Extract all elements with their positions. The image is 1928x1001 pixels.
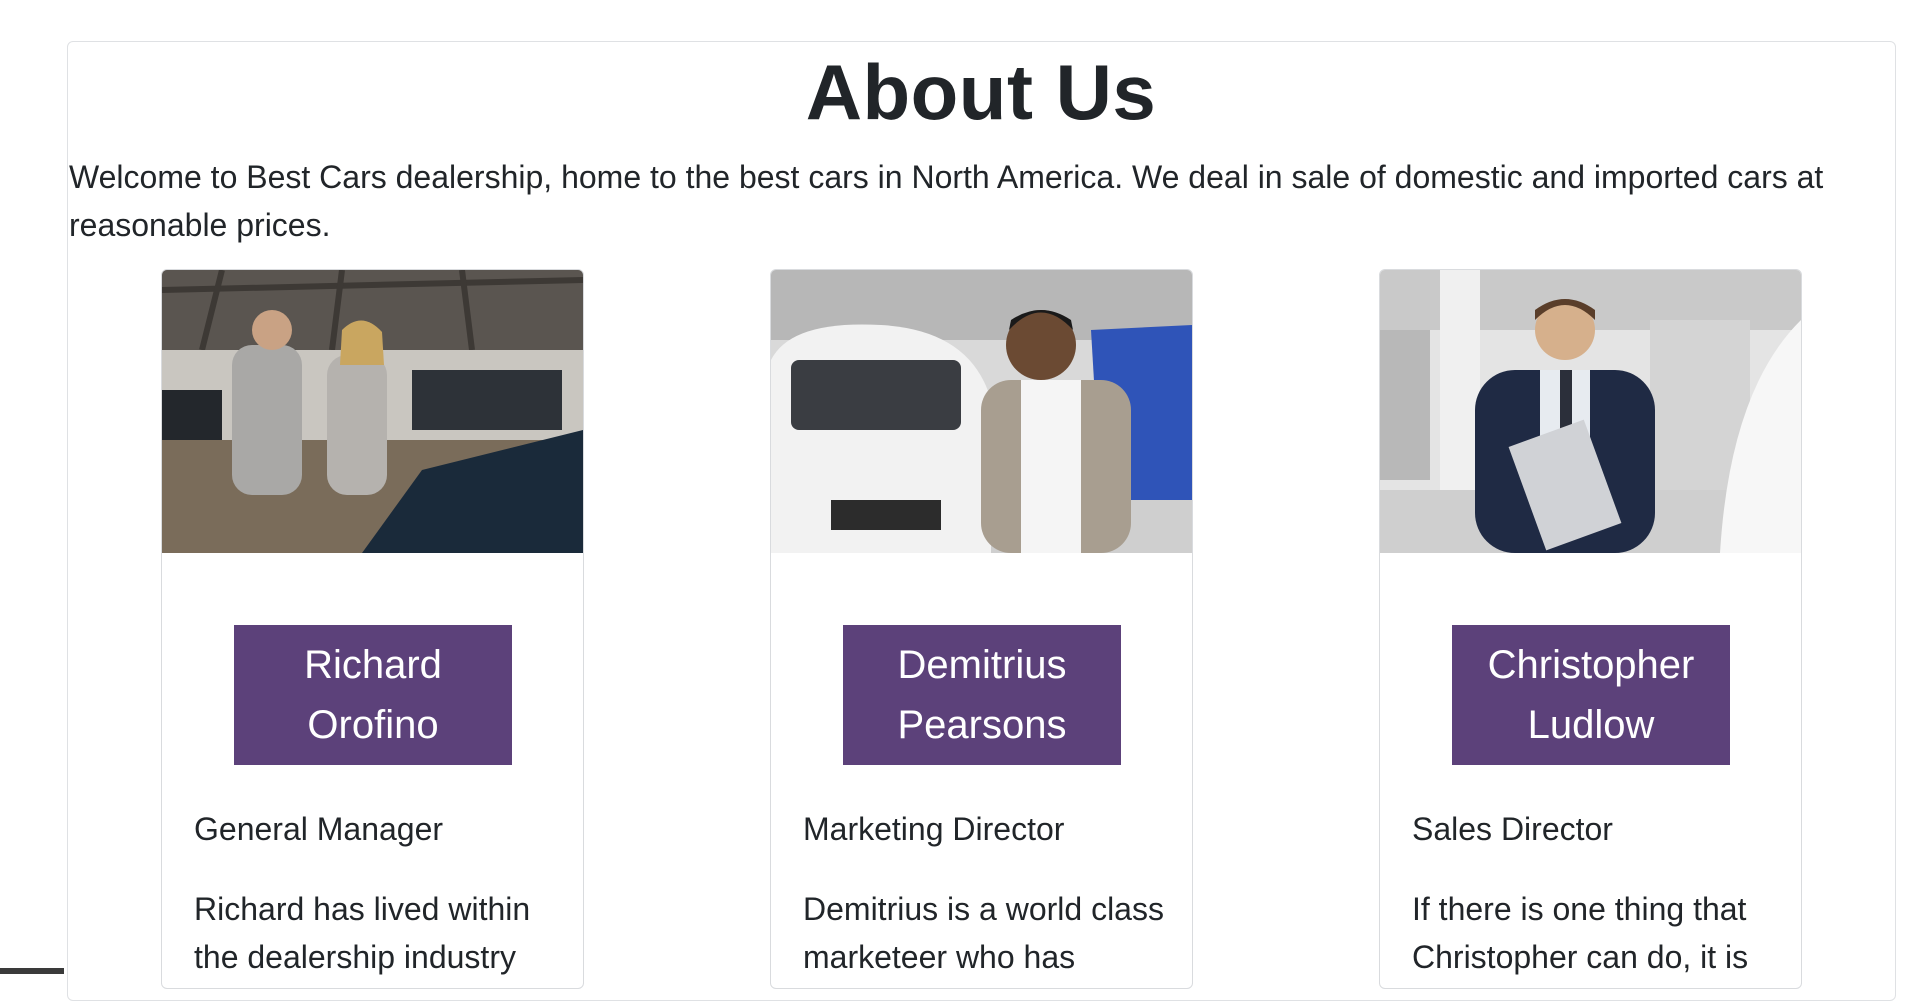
team-member-role: Marketing Director <box>803 811 1065 847</box>
team-member-name-button[interactable]: Demitrius Pearsons <box>843 625 1121 765</box>
team-card-christopher: Christopher Ludlow Sales Director If the… <box>1379 269 1802 989</box>
team-member-photo <box>162 270 583 553</box>
page-title: About Us <box>805 48 1157 136</box>
team-member-photo <box>771 270 1192 553</box>
team-card-demitrius: Demitrius Pearsons Marketing Director De… <box>770 269 1193 989</box>
team-member-name-button[interactable]: Richard Orofino <box>234 625 512 765</box>
team-member-bio: Richard has lived within the dealership … <box>194 891 531 975</box>
intro-text: Welcome to Best Cars dealership, home to… <box>69 159 1824 243</box>
team-member-role: General Manager <box>194 811 444 847</box>
team-member-photo <box>1380 270 1801 553</box>
team-member-bio: If there is one thing that Christopher c… <box>1412 891 1749 975</box>
team-member-role: Sales Director <box>1412 811 1613 847</box>
team-card-richard: Richard Orofino General Manager Richard … <box>161 269 584 989</box>
team-member-name-button[interactable]: Christopher Ludlow <box>1452 625 1730 765</box>
team-member-bio: Demitrius is a world class marketeer who… <box>803 891 1164 975</box>
scrollbar-indicator[interactable] <box>0 968 64 974</box>
